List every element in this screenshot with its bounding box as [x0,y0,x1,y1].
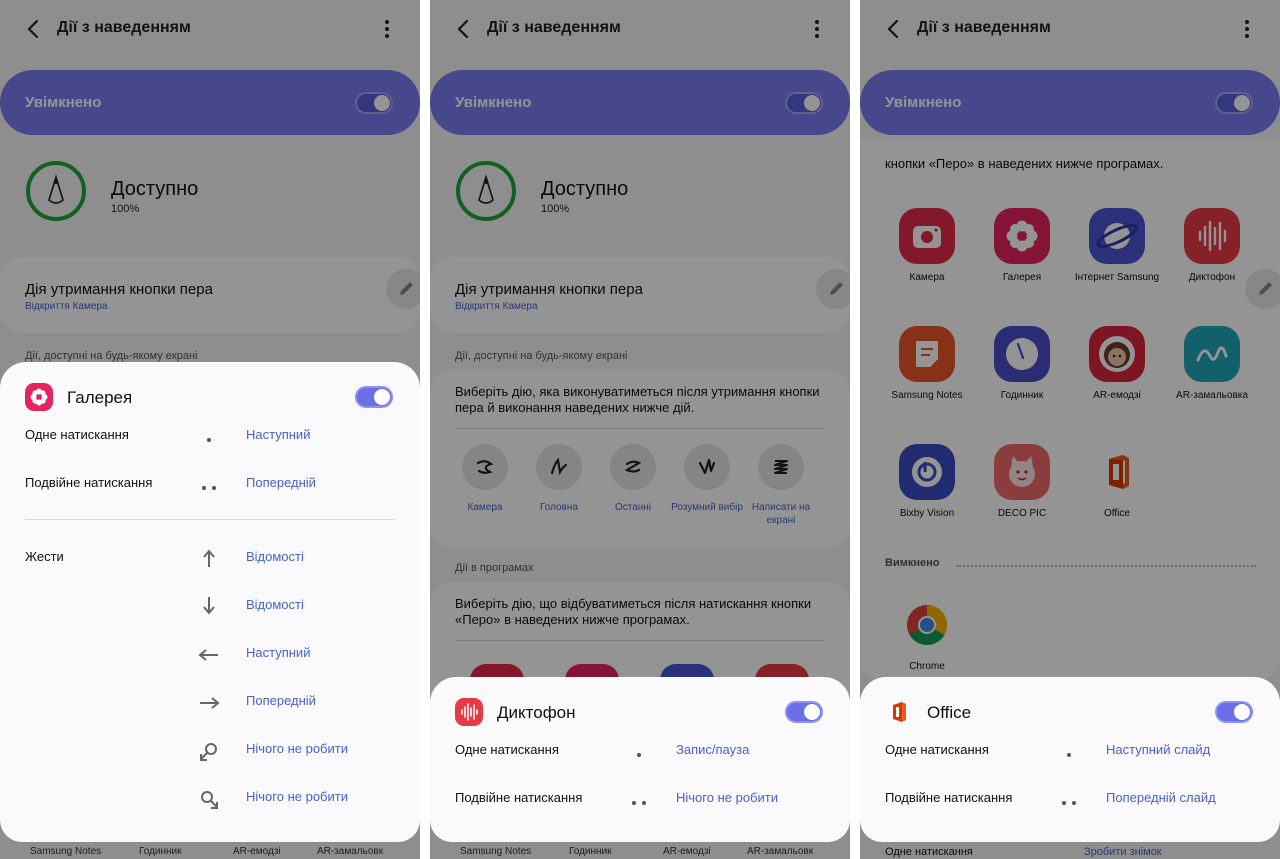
gesture-value[interactable]: Відомості [246,597,304,612]
double-press-label: Подвійне натискання [885,790,1013,805]
double-press-label: Подвійне натискання [455,790,583,805]
sheet-title: Галерея [67,388,133,407]
single-press-value[interactable]: Запис/пауза [676,742,749,757]
arrow-down-icon [203,597,215,615]
app-toggle[interactable] [785,701,823,723]
arrow-right-icon [200,697,220,709]
recorder-app-icon [455,698,483,726]
single-dot-icon [207,438,211,442]
single-dot-icon [637,753,641,757]
gesture-value[interactable]: Наступний [246,645,310,660]
gesture-value[interactable]: Нічого не робити [246,741,348,756]
app-toggle[interactable] [1215,701,1253,723]
rotate-ccw-icon [200,743,217,761]
arrow-up-icon [203,549,215,567]
single-press-value[interactable]: Наступний [246,427,310,442]
screen-gallery: Дії з наведенням Увімкнено Доступно 100%… [0,0,420,859]
screen-office: Дії з наведенням Увімкнено кнопки «Перо»… [860,0,1280,859]
office-app-icon [885,698,913,726]
sheet-title: Office [927,703,972,722]
single-press-label: Одне натискання [455,742,559,757]
double-dot-icon [1062,801,1076,805]
double-dot-icon [632,801,646,805]
single-press-value[interactable]: Наступний слайд [1106,742,1210,757]
double-dot-icon [202,486,216,490]
rotate-cw-icon [201,791,218,809]
sheet-title: Диктофон [497,703,576,722]
office-actions-sheet: Office Одне натискання Наступний слайд П… [860,677,1280,842]
gesture-value[interactable]: Попередній [246,693,316,708]
double-press-value[interactable]: Попередній [246,475,316,490]
divider [25,519,395,520]
app-toggle[interactable] [355,386,393,408]
single-press-label: Одне натискання [885,742,989,757]
double-press-value[interactable]: Нічого не робити [676,790,778,805]
gallery-actions-sheet: Галерея Одне натискання Наступний Подвій… [0,362,420,842]
double-press-label: Подвійне натискання [25,475,153,490]
gallery-app-icon [25,383,53,411]
single-dot-icon [1067,753,1071,757]
arrow-left-icon [198,649,218,661]
single-press-label: Одне натискання [25,427,129,442]
gesture-value[interactable]: Відомості [246,549,304,564]
double-press-value[interactable]: Попередній слайд [1106,790,1216,805]
gestures-label: Жести [25,549,64,564]
recorder-actions-sheet: Диктофон Одне натискання Запис/пауза Под… [430,677,850,842]
screen-recorder: Дії з наведенням Увімкнено Доступно 100%… [430,0,850,859]
gesture-value[interactable]: Нічого не робити [246,789,348,804]
